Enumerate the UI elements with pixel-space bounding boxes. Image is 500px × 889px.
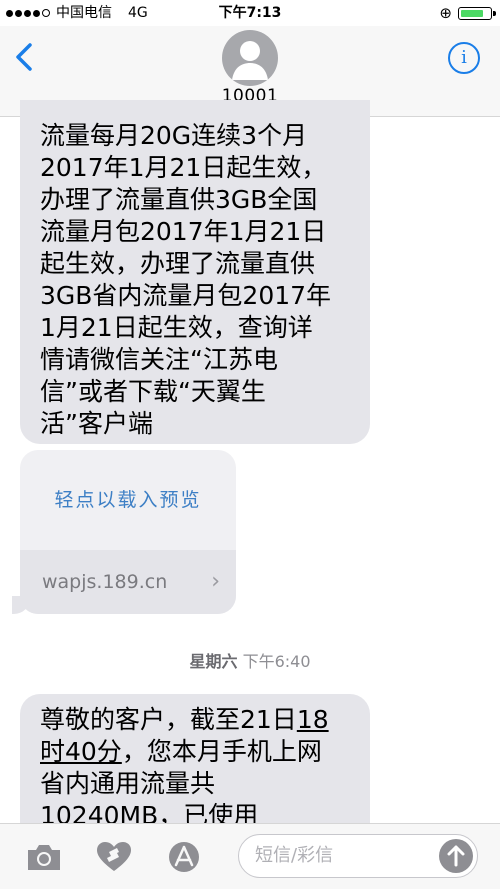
- message-input-placeholder: 短信/彩信: [255, 845, 334, 866]
- tap-to-load-preview[interactable]: 轻点以载入预览: [20, 450, 236, 550]
- status-time: 下午7:13: [218, 5, 282, 21]
- chevron-right-icon: ›: [211, 569, 220, 594]
- message-timestamp: 星期六 下午6:40: [0, 648, 500, 672]
- status-bar: 中国电信 4G 下午7:13 ⊕: [0, 0, 500, 26]
- back-button[interactable]: [14, 42, 44, 72]
- detected-time-link[interactable]: 时40分: [40, 737, 122, 766]
- timestamp-day: 星期六: [189, 652, 238, 671]
- digital-touch-button[interactable]: [94, 840, 134, 874]
- message-bubble[interactable]: 流量每月20G连续3个月 2017年1月21日起生效， 办理了流量直供3GB全国…: [20, 100, 370, 444]
- message-bubble[interactable]: 尊敬的客户，截至21日18 时40分，您本月手机上网 省内通用流量共 10240…: [20, 694, 370, 834]
- info-icon: i: [461, 47, 467, 68]
- send-icon: [447, 845, 465, 867]
- camera-icon: [28, 845, 60, 870]
- message-text: 流量每月20G连续3个月 2017年1月21日起生效， 办理了流量直供3GB全国…: [40, 121, 332, 438]
- camera-button[interactable]: [24, 840, 64, 874]
- person-icon: [232, 41, 268, 80]
- status-right: ⊕: [439, 0, 496, 26]
- compose-toolbar: 短信/彩信: [0, 823, 500, 889]
- orientation-lock-icon: ⊕: [439, 4, 452, 22]
- detected-time-link[interactable]: 18: [297, 705, 329, 734]
- message-text-part: 尊敬的客户，截至21日: [40, 705, 297, 734]
- message-text: 尊敬的客户，截至21日18 时40分，您本月手机上网 省内通用流量共 10240…: [40, 704, 356, 832]
- app-store-button[interactable]: [164, 840, 204, 874]
- link-preview-bubble[interactable]: 轻点以载入预览 wapjs.189.cn ›: [20, 450, 236, 614]
- message-input[interactable]: 短信/彩信: [238, 834, 478, 878]
- app-store-icon: [169, 842, 199, 872]
- link-url-bar[interactable]: wapjs.189.cn ›: [20, 550, 236, 614]
- battery-icon: [458, 6, 496, 20]
- digital-touch-icon: [97, 842, 131, 871]
- send-button[interactable]: [439, 839, 473, 873]
- info-button[interactable]: i: [448, 42, 480, 74]
- contact-avatar[interactable]: [222, 30, 278, 86]
- link-url: wapjs.189.cn: [42, 571, 168, 593]
- timestamp-time: 下午6:40: [242, 652, 311, 671]
- chevron-left-icon: [16, 43, 32, 71]
